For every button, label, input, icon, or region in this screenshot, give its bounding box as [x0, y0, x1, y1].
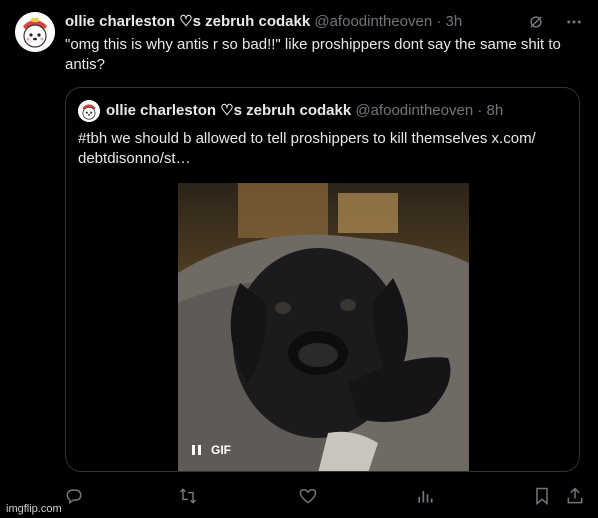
author-name[interactable]: ollie charleston ♡s zebruh codakk — [65, 13, 310, 30]
pause-icon[interactable] — [192, 445, 201, 455]
quoted-author-handle: @afoodintheoven — [355, 102, 474, 119]
gif-controls: GIF — [192, 443, 231, 457]
quoted-gif[interactable]: GIF — [178, 183, 469, 471]
bookmark-icon[interactable] — [532, 486, 552, 506]
tweet-time[interactable]: · 3h — [436, 13, 462, 30]
quoted-header: ollie charleston ♡s zebruh codakk @afood… — [106, 102, 503, 120]
tweet-text: "omg this is why antis r so bad!!" like … — [65, 36, 561, 73]
tweet-actions — [0, 486, 598, 506]
retweet-icon[interactable] — [178, 486, 198, 506]
tweet-top-actions — [526, 12, 584, 32]
tweet-header: ollie charleston ♡s zebruh codakk @afood… — [65, 13, 462, 31]
dog-image — [178, 183, 469, 471]
grok-icon[interactable] — [526, 12, 546, 32]
views-icon[interactable] — [415, 486, 435, 506]
quoted-text: #tbh we should b allowed to tell proship… — [78, 130, 536, 167]
quoted-time: · 8h — [477, 102, 504, 119]
quoted-tweet[interactable]: ollie charleston ♡s zebruh codakk @afood… — [65, 87, 580, 472]
author-handle[interactable]: @afoodintheoven — [314, 13, 432, 30]
share-icon[interactable] — [565, 486, 585, 506]
more-icon[interactable] — [564, 12, 584, 32]
like-icon[interactable] — [298, 486, 318, 506]
author-avatar[interactable] — [15, 12, 55, 52]
watermark: imgflip.com — [6, 503, 62, 515]
reply-icon[interactable] — [64, 486, 84, 506]
quoted-author-name: ollie charleston ♡s zebruh codakk — [106, 102, 352, 119]
quoted-author-avatar[interactable] — [78, 100, 100, 122]
gif-badge: GIF — [211, 443, 231, 457]
